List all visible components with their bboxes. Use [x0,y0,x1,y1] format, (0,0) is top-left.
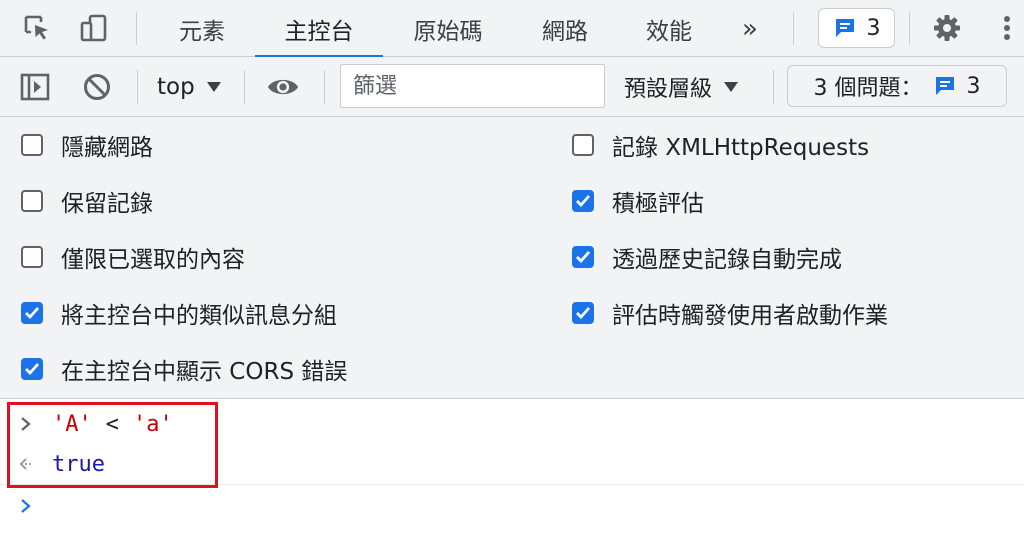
setting-user-activation[interactable]: 評估時觸發使用者啟動作業 [572,293,888,333]
checkbox-user-activation[interactable] [572,302,594,324]
tab-network[interactable]: 網路 [520,0,610,57]
clear-console-icon[interactable] [80,70,114,104]
setting-hide-network[interactable]: 隱藏網路 [21,125,153,165]
message-icon [835,19,854,37]
setting-show-cors-errors[interactable]: 在主控台中顯示 CORS 錯誤 [21,349,347,389]
separator [773,70,774,104]
gear-icon[interactable] [930,11,964,45]
separator [137,70,138,104]
log-levels-dropdown[interactable]: 預設層級 [624,57,739,117]
message-icon [935,77,954,95]
separator [793,12,794,45]
console-prompt[interactable] [0,488,1024,524]
setting-eager-evaluation[interactable]: 積極評估 [572,181,704,221]
device-toolbar-icon[interactable] [77,11,111,45]
issues-badge-button[interactable]: 3 [818,8,895,48]
checkbox-group-similar[interactable] [21,302,43,324]
eye-icon[interactable] [266,70,300,104]
setting-label: 隱藏網路 [61,135,153,161]
console-toolbar: top 預設層級 3 個問題： 3 [0,57,1024,117]
setting-log-xhr[interactable]: 記錄 XMLHttpRequests [572,125,869,165]
separator [324,70,325,104]
context-label: top [157,74,195,100]
console-settings-panel: 隱藏網路 保留記錄 僅限已選取的內容 將主控台中的類似訊息分組 在主控台中顯示 … [0,117,1024,399]
checkbox-selected-context-only[interactable] [21,246,43,268]
issues-count-button[interactable]: 3 個問題： 3 [787,65,1007,107]
setting-label: 在主控台中顯示 CORS 錯誤 [61,359,348,385]
checkbox-preserve-log[interactable] [21,190,43,212]
checkbox-eager-evaluation[interactable] [572,190,594,212]
tab-sources[interactable]: 原始碼 [393,0,503,57]
setting-label: 透過歷史記錄自動完成 [612,247,842,273]
prompt-chevron-icon [0,498,52,514]
tab-performance[interactable]: 效能 [627,0,711,57]
setting-preserve-log[interactable]: 保留記錄 [21,181,153,221]
setting-label: 積極評估 [612,191,704,217]
issues-badge-count: 3 [866,15,881,41]
more-tabs-button[interactable]: » [725,0,775,57]
log-levels-label: 預設層級 [624,77,713,102]
separator [244,70,245,104]
checkbox-autocomplete-history[interactable] [572,246,594,268]
separator [909,12,910,45]
setting-autocomplete-history[interactable]: 透過歷史記錄自動完成 [572,237,842,277]
sidebar-toggle-icon[interactable] [18,70,52,104]
setting-label: 僅限已選取的內容 [61,247,245,273]
dropdown-arrow-icon [724,82,739,92]
setting-label: 記錄 XMLHttpRequests [612,135,870,161]
tab-elements[interactable]: 元素 [160,0,244,57]
checkbox-log-xhr[interactable] [572,134,594,156]
dropdown-arrow-icon [206,82,221,92]
setting-label: 保留記錄 [61,191,153,217]
setting-label: 將主控台中的類似訊息分組 [61,303,337,329]
setting-group-similar[interactable]: 將主控台中的類似訊息分組 [21,293,337,333]
context-selector[interactable]: top [157,57,221,117]
tab-console[interactable]: 主控台 [255,0,383,58]
setting-label: 評估時觸發使用者啟動作業 [612,303,888,329]
kebab-menu-icon[interactable] [992,11,1022,45]
setting-selected-context-only[interactable]: 僅限已選取的內容 [21,237,245,277]
issues-count-label: 3 個問題： [813,76,923,101]
inspect-element-icon[interactable] [20,11,54,45]
checkbox-show-cors-errors[interactable] [21,358,43,380]
issues-count-value: 3 [966,73,981,99]
checkbox-hide-network[interactable] [21,134,43,156]
devtools-tab-bar: 元素 主控台 原始碼 網路 效能 » 3 [0,0,1024,58]
separator [136,12,137,45]
highlight-box [7,402,218,488]
filter-input[interactable] [340,64,605,108]
